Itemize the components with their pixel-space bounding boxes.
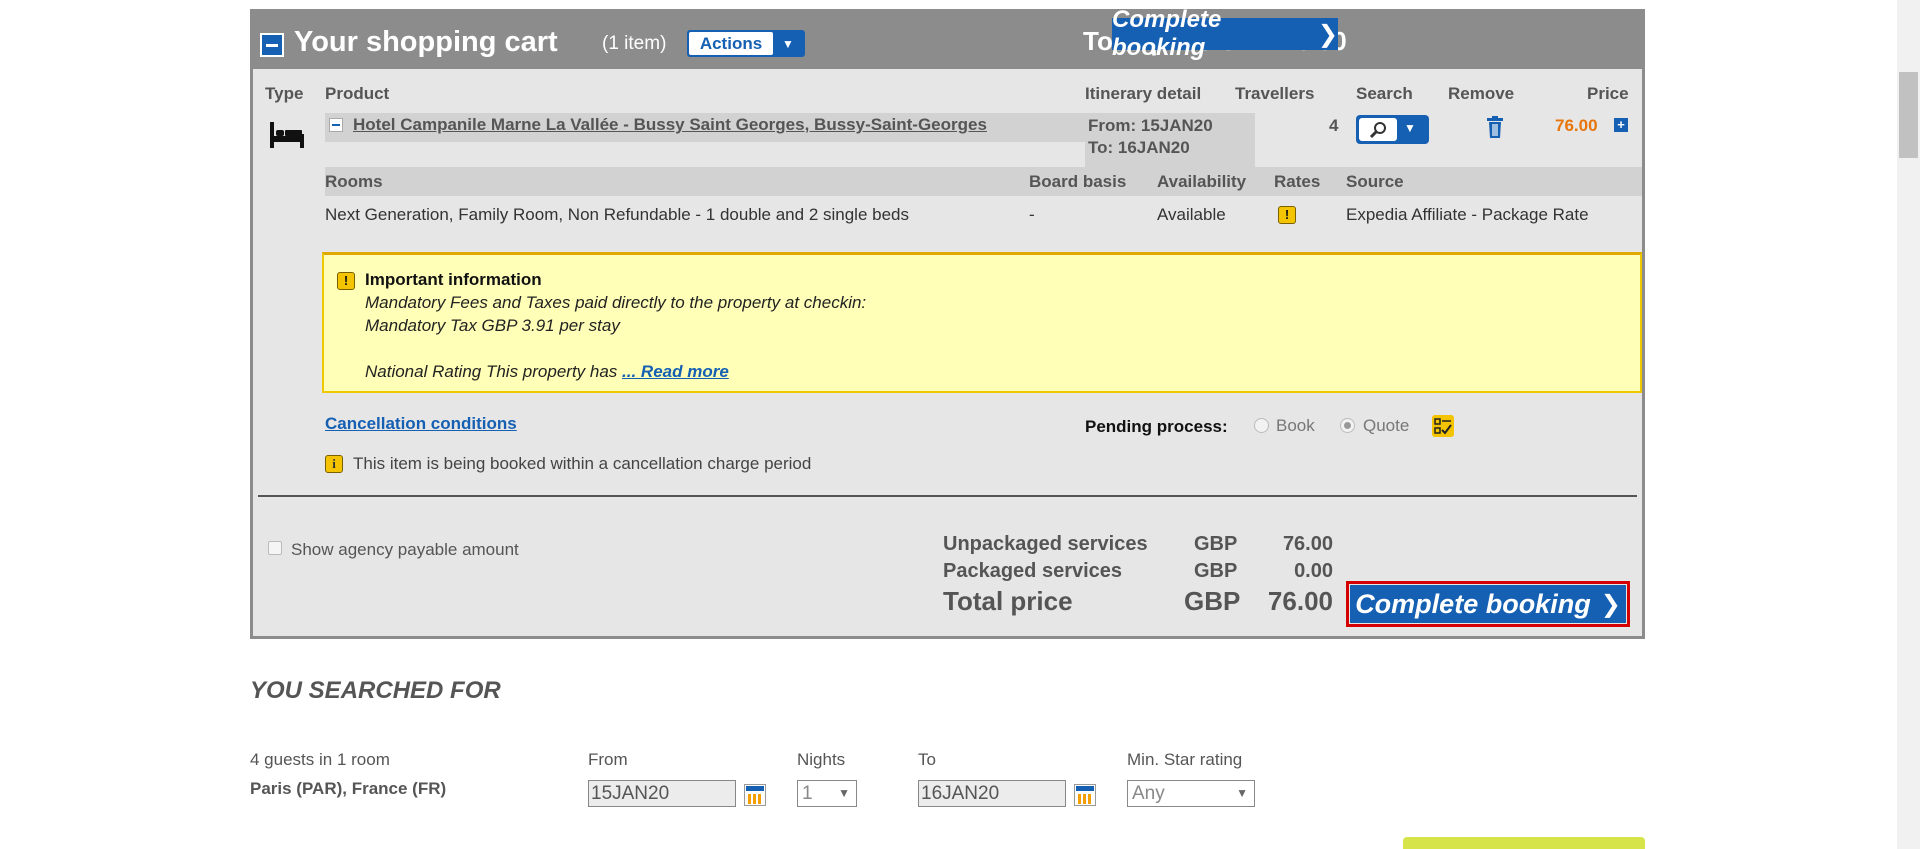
collapse-cart-button[interactable] [260, 33, 284, 57]
cart-header: Your shopping cart (1 item) Actions ▼ To… [253, 6, 1642, 69]
scrollbar-thumb[interactable] [1899, 72, 1918, 158]
search-dropdown-button[interactable]: ▼ [1356, 115, 1429, 144]
guests-summary: 4 guests in 1 room [250, 750, 390, 769]
chevron-right-icon: ❯ [1317, 20, 1338, 48]
col-travellers: Travellers [1235, 84, 1315, 103]
checklist-icon[interactable] [1432, 415, 1454, 437]
info-line-2: Mandatory Tax GBP 3.91 per stay [365, 316, 620, 335]
rates-col: Rates [1274, 172, 1321, 191]
item-price: 76.00 [1555, 116, 1598, 135]
agency-payable-label: Show agency payable amount [291, 540, 519, 559]
total-price-value: 76.00 [1267, 586, 1333, 616]
complete-booking-label: Complete booking [1355, 588, 1591, 619]
calendar-icon[interactable] [744, 784, 766, 806]
destination-summary: Paris (PAR), France (FR) [250, 779, 447, 798]
travellers-count: 4 [1329, 116, 1339, 135]
important-info-title: Important information [365, 270, 542, 289]
searched-for-title: YOU SEARCHED FOR [250, 677, 501, 704]
agency-payable-checkbox[interactable] [268, 541, 282, 555]
cart-item-count: (1 item) [602, 33, 667, 54]
complete-booking-label: Complete booking [1112, 6, 1222, 61]
cancellation-charge-notice: This item is being booked within a cance… [353, 454, 812, 473]
board-col: Board basis [1029, 172, 1127, 191]
rates-warning-icon[interactable]: ! [1278, 206, 1296, 224]
col-search: Search [1356, 84, 1413, 103]
board-basis: - [1029, 205, 1035, 224]
collapse-item-button[interactable] [329, 118, 343, 132]
from-label: From [588, 750, 628, 769]
star-rating-value: Any [1132, 783, 1165, 804]
total-price-currency: GBP [1184, 586, 1241, 616]
radio-quote-label: Quote [1363, 416, 1410, 435]
radio-book[interactable] [1254, 418, 1269, 433]
rate-source: Expedia Affiliate - Package Rate [1346, 205, 1589, 224]
actions-label: Actions [689, 32, 773, 55]
source-col: Source [1346, 172, 1404, 191]
warning-icon: ! [337, 272, 355, 290]
hotel-bed-icon [270, 122, 304, 148]
rooms-header-bar [325, 167, 1642, 196]
availability-status: Available [1157, 205, 1226, 224]
complete-booking-button-top[interactable]: Complete booking ❯ [1112, 6, 1338, 61]
chevron-right-icon: ❯ [1600, 590, 1621, 618]
nights-value: 1 [802, 783, 813, 804]
read-more-link[interactable]: ... Read more [622, 362, 729, 381]
col-itinerary: Itinerary detail [1085, 84, 1202, 103]
col-price: Price [1587, 84, 1629, 103]
update-results-button[interactable] [1403, 837, 1645, 849]
shopping-cart-panel: Your shopping cart (1 item) Actions ▼ To… [250, 6, 1645, 639]
availability-col: Availability [1157, 172, 1247, 191]
packaged-label: Packaged services [943, 560, 1123, 582]
trash-icon[interactable] [1486, 116, 1504, 138]
chevron-down-icon: ▼ [838, 786, 850, 800]
actions-dropdown[interactable]: Actions ▼ [687, 30, 805, 57]
info-line-3-text: National Rating This property has [365, 362, 618, 381]
star-rating-label: Min. Star rating [1127, 750, 1243, 769]
to-date-input[interactable]: 16JAN20 [918, 780, 1066, 807]
chevron-down-icon: ▼ [1236, 786, 1248, 800]
magnifier-icon [1359, 118, 1397, 141]
chevron-down-icon: ▼ [782, 36, 794, 51]
section-divider [258, 495, 1637, 497]
pending-process-label: Pending process: [1085, 417, 1228, 436]
room-description: Next Generation, Family Room, Non Refund… [325, 205, 910, 224]
col-remove: Remove [1448, 84, 1515, 103]
itinerary-from: From: 15JAN20 [1088, 116, 1213, 135]
nights-select[interactable]: 1 ▼ [797, 780, 857, 807]
unpackaged-label: Unpackaged services [943, 533, 1148, 555]
nights-label: Nights [797, 750, 846, 769]
chevron-down-icon: ▼ [1404, 121, 1416, 135]
info-line-3: National Rating This property has ... Re… [365, 362, 729, 382]
packaged-value: 0.00 [1294, 560, 1333, 582]
info-icon: i [325, 455, 343, 473]
hotel-name-link[interactable]: Hotel Campanile Marne La Vallée - Bussy … [353, 115, 987, 135]
total-price-label: Total price [943, 586, 1073, 616]
calendar-icon[interactable] [1074, 784, 1096, 806]
col-product: Product [325, 84, 390, 103]
unpackaged-value: 76.00 [1282, 533, 1333, 555]
to-label: To [918, 750, 936, 769]
cancellation-conditions-link[interactable]: Cancellation conditions [325, 414, 517, 434]
unpackaged-currency: GBP [1194, 533, 1238, 555]
itinerary-to: To: 16JAN20 [1088, 138, 1190, 157]
star-rating-select[interactable]: Any ▼ [1127, 780, 1255, 807]
expand-price-button[interactable]: + [1614, 118, 1628, 132]
radio-book-label: Book [1276, 416, 1315, 435]
col-type: Type [265, 84, 304, 103]
rooms-col: Rooms [325, 172, 383, 191]
info-line-1: Mandatory Fees and Taxes paid directly t… [365, 293, 867, 312]
radio-quote[interactable] [1340, 418, 1355, 433]
complete-booking-button-bottom[interactable]: Complete booking ❯ [1350, 585, 1626, 623]
packaged-currency: GBP [1194, 560, 1238, 582]
cart-title: Your shopping cart [294, 26, 558, 58]
from-date-input[interactable]: 15JAN20 [588, 780, 736, 807]
